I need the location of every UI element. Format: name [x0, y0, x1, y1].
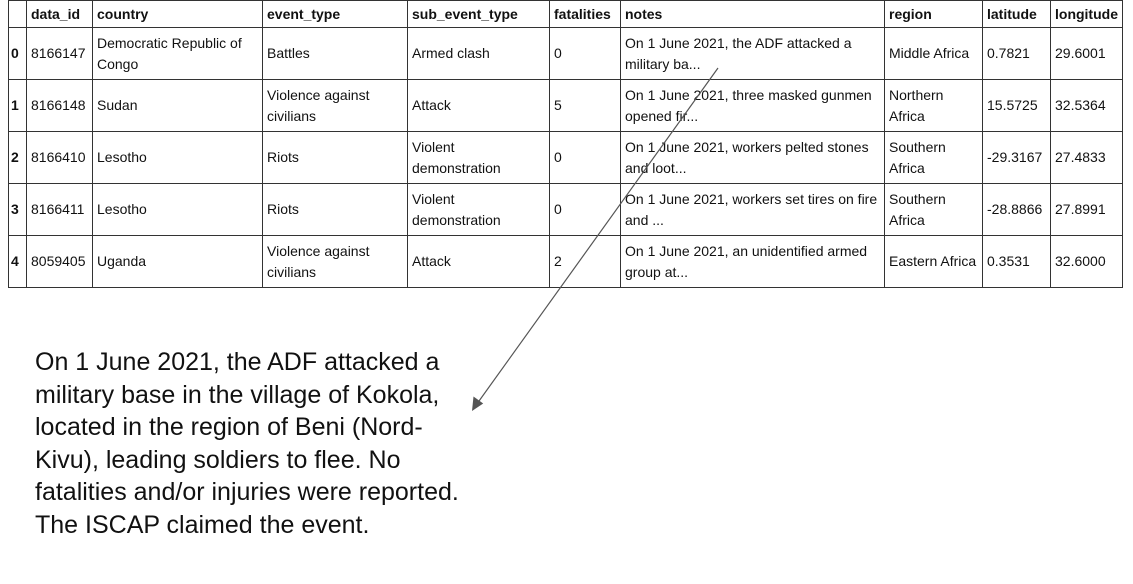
cell-fatalities: 5 — [549, 79, 621, 132]
cell-sub-event-type: Attack — [407, 235, 550, 288]
row-index: 2 — [8, 131, 27, 184]
arrowhead-icon — [472, 396, 484, 411]
cell-event-type: Battles — [262, 27, 408, 80]
cell-region: Eastern Africa — [884, 235, 983, 288]
cell-fatalities: 2 — [549, 235, 621, 288]
cell-longitude: 32.6000 — [1050, 235, 1123, 288]
cell-longitude: 32.5364 — [1050, 79, 1123, 132]
column-header: latitude — [982, 0, 1051, 28]
dataframe-table: data_id country event_type sub_event_typ… — [8, 0, 1123, 288]
row-index: 4 — [8, 235, 27, 288]
column-header: longitude — [1050, 0, 1123, 28]
index-header — [8, 0, 27, 28]
cell-event-type: Riots — [262, 183, 408, 236]
cell-region: Middle Africa — [884, 27, 983, 80]
column-header: event_type — [262, 0, 408, 28]
cell-notes[interactable]: On 1 June 2021, workers pelted stones an… — [620, 131, 885, 184]
cell-country: Sudan — [92, 79, 263, 132]
table-row: 3 8166411 Lesotho Riots Violent demonstr… — [8, 183, 1123, 236]
cell-fatalities: 0 — [549, 183, 621, 236]
cell-fatalities: 0 — [549, 131, 621, 184]
column-header: data_id — [26, 0, 93, 28]
cell-region: Northern Africa — [884, 79, 983, 132]
cell-notes[interactable]: On 1 June 2021, the ADF attacked a milit… — [620, 27, 885, 80]
cell-sub-event-type: Violent demonstration — [407, 131, 550, 184]
cell-event-type: Riots — [262, 131, 408, 184]
cell-country: Lesotho — [92, 183, 263, 236]
cell-data-id: 8166410 — [26, 131, 93, 184]
cell-fatalities: 0 — [549, 27, 621, 80]
cell-longitude: 27.4833 — [1050, 131, 1123, 184]
cell-notes[interactable]: On 1 June 2021, workers set tires on fir… — [620, 183, 885, 236]
cell-event-type: Violence against civilians — [262, 235, 408, 288]
cell-region: Southern Africa — [884, 183, 983, 236]
cell-data-id: 8166411 — [26, 183, 93, 236]
cell-longitude: 29.6001 — [1050, 27, 1123, 80]
cell-latitude: -28.8866 — [982, 183, 1051, 236]
cell-event-type: Violence against civilians — [262, 79, 408, 132]
cell-latitude: 0.7821 — [982, 27, 1051, 80]
cell-sub-event-type: Violent demonstration — [407, 183, 550, 236]
row-index: 0 — [8, 27, 27, 80]
cell-country: Lesotho — [92, 131, 263, 184]
row-index: 3 — [8, 183, 27, 236]
row-index: 1 — [8, 79, 27, 132]
cell-country: Uganda — [92, 235, 263, 288]
column-header: sub_event_type — [407, 0, 550, 28]
cell-sub-event-type: Attack — [407, 79, 550, 132]
cell-longitude: 27.8991 — [1050, 183, 1123, 236]
table-row: 2 8166410 Lesotho Riots Violent demonstr… — [8, 131, 1123, 184]
cell-latitude: -29.3167 — [982, 131, 1051, 184]
column-header: fatalities — [549, 0, 621, 28]
cell-region: Southern Africa — [884, 131, 983, 184]
table-row: 1 8166148 Sudan Violence against civilia… — [8, 79, 1123, 132]
column-header: notes — [620, 0, 885, 28]
cell-latitude: 15.5725 — [982, 79, 1051, 132]
column-header: region — [884, 0, 983, 28]
header-row: data_id country event_type sub_event_typ… — [8, 0, 1123, 28]
cell-sub-event-type: Armed clash — [407, 27, 550, 80]
cell-data-id: 8166148 — [26, 79, 93, 132]
table-row: 0 8166147 Democratic Republic of Congo B… — [8, 27, 1123, 80]
table-row: 4 8059405 Uganda Violence against civili… — [8, 235, 1123, 288]
cell-data-id: 8059405 — [26, 235, 93, 288]
cell-latitude: 0.3531 — [982, 235, 1051, 288]
cell-notes[interactable]: On 1 June 2021, three masked gunmen open… — [620, 79, 885, 132]
cell-notes[interactable]: On 1 June 2021, an unidentified armed gr… — [620, 235, 885, 288]
cell-data-id: 8166147 — [26, 27, 93, 80]
expanded-note-text: On 1 June 2021, the ADF attacked a milit… — [35, 348, 459, 539]
column-header: country — [92, 0, 263, 28]
cell-country: Democratic Republic of Congo — [92, 27, 263, 80]
